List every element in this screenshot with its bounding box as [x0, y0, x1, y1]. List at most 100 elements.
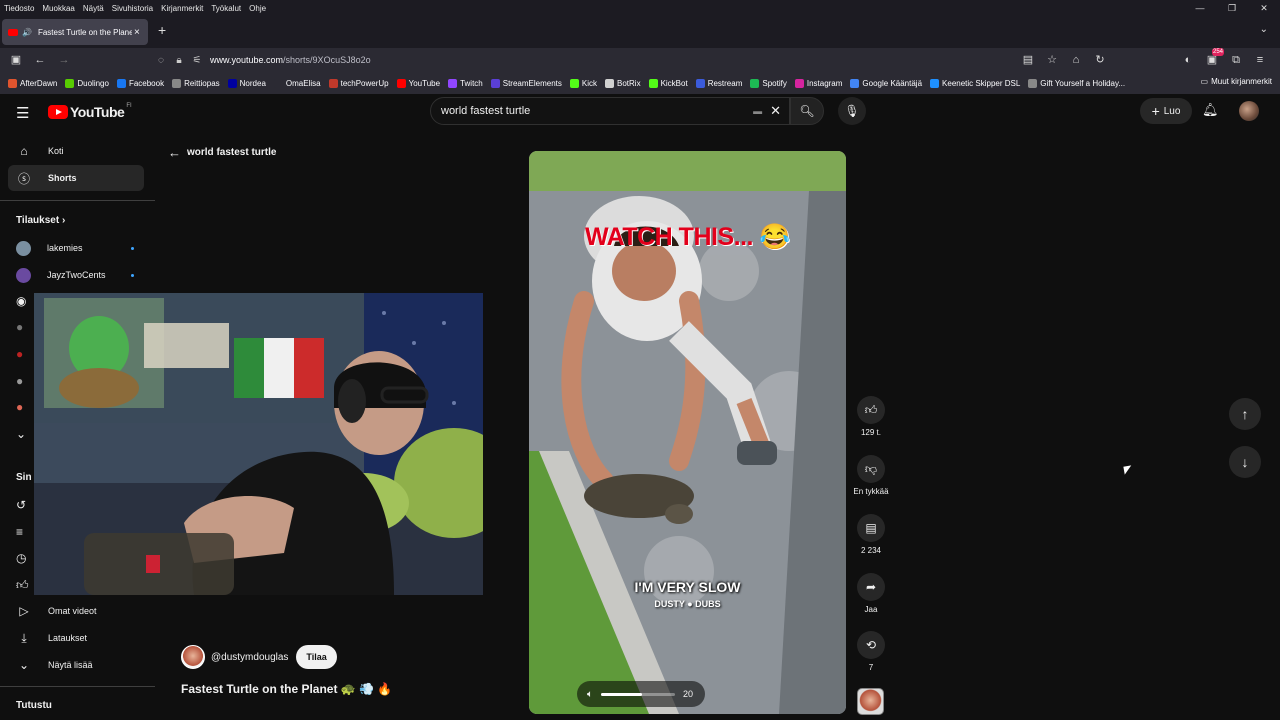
bookmark-item[interactable]: Restream: [695, 78, 742, 88]
subscription-item[interactable]: lakemies: [8, 237, 144, 259]
bookmark-item[interactable]: Reittiopas: [172, 78, 220, 88]
reader-view-icon[interactable]: ▤: [1016, 51, 1040, 69]
sidebar-item-shorts[interactable]: ⓢ Shorts: [8, 165, 144, 191]
channel-avatar[interactable]: ◉: [16, 294, 26, 308]
bookmark-item[interactable]: AfterDawn: [8, 78, 57, 88]
shield-icon[interactable]: ◌: [152, 55, 170, 66]
search-button[interactable]: 🔍︎: [790, 97, 824, 125]
volume-icon[interactable]: 🔈︎: [587, 689, 593, 700]
forward-icon[interactable]: →: [52, 51, 76, 69]
voice-search-button[interactable]: 🎙︎: [838, 97, 866, 125]
history-icon[interactable]: ↺: [16, 498, 26, 512]
home-icon[interactable]: ⌂: [1064, 51, 1088, 69]
sidebar-item-show-more[interactable]: ⌄ Näytä lisää: [8, 652, 144, 678]
speaker-icon[interactable]: 🔊: [22, 28, 32, 37]
menu-edit[interactable]: Muokkaa: [38, 4, 78, 13]
notifications-bell-icon[interactable]: 🔔︎: [1202, 102, 1219, 118]
back-icon[interactable]: ←: [28, 51, 52, 69]
you-heading[interactable]: Sin: [16, 472, 32, 483]
sidebar-item-home[interactable]: ⌂ Koti: [8, 138, 144, 164]
restore-icon[interactable]: ❐: [1216, 0, 1248, 16]
create-button[interactable]: + Luo: [1140, 98, 1192, 124]
bookmark-item[interactable]: Google Kääntäjä: [850, 78, 922, 88]
url-bar[interactable]: ◌ 🔒︎ ⚟ www.youtube.com/shorts/9XOcuSJ8o2…: [152, 50, 1000, 70]
reload-icon[interactable]: ↻: [1088, 51, 1112, 69]
bookmark-item[interactable]: BotRix: [605, 78, 641, 88]
sound-thumbnail[interactable]: [857, 688, 884, 715]
chevron-down-icon[interactable]: ⌄: [16, 427, 26, 441]
extensions-icon[interactable]: ⧉: [1224, 51, 1248, 69]
menu-file[interactable]: Tiedosto: [0, 4, 38, 13]
short-title[interactable]: Fastest Turtle on the Planet 🐢 💨 🔥: [181, 682, 392, 696]
thumbs-up-icon[interactable]: 👍︎: [857, 396, 885, 424]
bookmark-item[interactable]: Facebook: [116, 78, 164, 88]
bookmark-item[interactable]: OmaElisa: [273, 78, 321, 88]
bookmark-item[interactable]: Gift Yourself a Holiday...: [1028, 78, 1125, 88]
bookmark-item[interactable]: StreamElements: [490, 78, 562, 88]
bookmark-item[interactable]: Nordea: [227, 78, 266, 88]
extension-dark-icon[interactable]: ◐: [1176, 51, 1200, 69]
subscriptions-heading[interactable]: Tilaukset ›: [16, 215, 65, 226]
tab-active[interactable]: 🔊 Fastest Turtle on the Planet ×: [2, 19, 148, 45]
menu-history[interactable]: Sivuhistoria: [108, 4, 157, 13]
menu-bookmarks[interactable]: Kirjanmerkit: [157, 4, 207, 13]
close-tab-icon[interactable]: ×: [134, 27, 140, 38]
clear-search-icon[interactable]: ✕: [770, 103, 781, 119]
menu-view[interactable]: Näytä: [79, 4, 108, 13]
sidebar-item-downloads[interactable]: ⤓ Lataukset: [8, 625, 144, 651]
bookmark-item[interactable]: YouTube: [396, 78, 440, 88]
search-input[interactable]: world fastest turtle: [441, 105, 753, 117]
remix-icon[interactable]: ⟲: [857, 631, 885, 659]
bookmark-item[interactable]: techPowerUp: [328, 78, 389, 88]
minimize-icon[interactable]: —: [1184, 0, 1216, 16]
lock-icon[interactable]: 🔒︎: [170, 55, 188, 66]
previous-short-button[interactable]: ↑: [1229, 398, 1261, 430]
back-to-search-link[interactable]: ← world fastest turtle: [168, 145, 276, 160]
bookmark-item[interactable]: Duolingo: [65, 78, 109, 88]
channel-avatar[interactable]: ●: [16, 400, 23, 414]
channel-avatar[interactable]: [181, 645, 205, 669]
share-action[interactable]: ➦ Jaa: [848, 573, 894, 614]
subscription-item[interactable]: JayzTwoCents: [8, 264, 144, 286]
account-avatar[interactable]: [1239, 101, 1259, 121]
keyboard-icon[interactable]: ▬: [753, 106, 762, 116]
bookmark-item[interactable]: KickBot: [648, 78, 688, 88]
volume-control[interactable]: 🔈︎ 20: [577, 681, 705, 707]
sidebar-item-own-videos[interactable]: ▷ Omat videot: [8, 598, 144, 624]
other-bookmarks[interactable]: ▭ Muut kirjanmerkit: [1201, 77, 1272, 86]
playlists-icon[interactable]: ≡: [16, 525, 23, 539]
bookmark-item[interactable]: Instagram: [794, 78, 842, 88]
search-box[interactable]: world fastest turtle ▬ ✕: [430, 97, 790, 125]
close-window-icon[interactable]: ✕: [1248, 0, 1280, 16]
bookmark-star-icon[interactable]: ☆: [1040, 51, 1064, 69]
thumbs-down-icon[interactable]: 👎︎: [857, 455, 885, 483]
menu-tools[interactable]: Työkalut: [207, 4, 245, 13]
youtube-logo[interactable]: YouTube FI: [48, 103, 132, 120]
watch-later-icon[interactable]: ◷: [16, 551, 26, 565]
menu-help[interactable]: Ohje: [245, 4, 270, 13]
app-menu-icon[interactable]: ≡: [1248, 51, 1272, 69]
dislike-action[interactable]: 👎︎ En tykkää: [848, 455, 894, 496]
extension-badge-icon[interactable]: ▣ 254: [1200, 48, 1225, 69]
volume-slider[interactable]: [601, 692, 675, 696]
comment-icon[interactable]: ▤: [857, 514, 885, 542]
permissions-icon[interactable]: ⚟: [188, 55, 206, 66]
bookmark-item[interactable]: Kick: [569, 78, 597, 88]
channel-handle[interactable]: @dustymdouglas: [211, 652, 288, 663]
url-text[interactable]: www.youtube.com/shorts/9XOcuSJ8o2o: [210, 55, 371, 65]
new-tab-icon[interactable]: +: [158, 22, 166, 38]
remix-action[interactable]: ⟲ 7: [848, 631, 894, 672]
channel-avatar[interactable]: ●: [16, 374, 23, 388]
sidebar-toggle-icon[interactable]: ▣: [4, 51, 28, 69]
channel-avatar[interactable]: ●: [16, 320, 23, 334]
next-short-button[interactable]: ↓: [1229, 446, 1261, 478]
hamburger-menu-icon[interactable]: ☰: [16, 104, 29, 122]
bookmark-item[interactable]: Keenetic Skipper DSL: [930, 78, 1020, 88]
like-action[interactable]: 👍︎ 129 t.: [848, 396, 894, 437]
comments-action[interactable]: ▤ 2 234: [848, 514, 894, 555]
subscribe-button[interactable]: Tilaa: [296, 645, 337, 669]
bookmark-item[interactable]: Twitch: [448, 78, 483, 88]
share-icon[interactable]: ➦: [857, 573, 885, 601]
tab-list-chevron-icon[interactable]: ⌄: [1260, 24, 1268, 35]
channel-avatar[interactable]: ●: [16, 347, 23, 361]
